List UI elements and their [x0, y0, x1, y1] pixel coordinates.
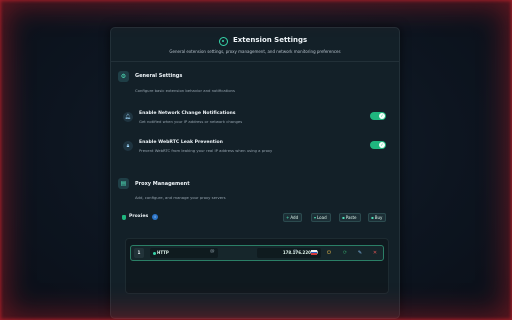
shield-icon: [122, 215, 126, 220]
type-dot-icon: [153, 251, 156, 255]
refresh-icon[interactable]: ⟳: [341, 249, 349, 257]
download-icon: ▾: [314, 215, 317, 220]
load-proxy-button[interactable]: ▾Load: [311, 213, 331, 222]
power-icon[interactable]: ⏻: [325, 249, 333, 257]
page-subtitle: General extension settings, proxy manage…: [169, 49, 341, 54]
proxy-management-title: Proxy Management: [135, 181, 190, 187]
general-settings-description: Configure basic extension behavior and n…: [135, 88, 235, 93]
proxies-label: Proxies: [129, 214, 149, 219]
flag-icon: [311, 250, 317, 255]
header-divider: [111, 61, 399, 62]
proxy-index: 1: [134, 248, 144, 258]
bell-icon: 🔔︎: [123, 112, 133, 122]
add-proxy-button[interactable]: +Add: [283, 213, 303, 222]
proxy-type-select[interactable]: HTTP: [150, 248, 218, 258]
close-icon[interactable]: ✕: [371, 249, 379, 257]
proxy-management-description: Add, configure, and manage your proxy se…: [135, 195, 226, 200]
cart-icon: ▪: [371, 215, 374, 220]
webrtc-leak-title: Enable WebRTC Leak Prevention: [139, 140, 223, 145]
paste-icon: ▪: [342, 215, 345, 220]
check-icon: ✓: [379, 113, 385, 119]
edit-icon[interactable]: ✎: [356, 249, 364, 257]
network-notifications-title: Enable Network Change Notifications: [139, 111, 236, 116]
plus-icon: +: [286, 215, 290, 220]
webrtc-leak-toggle[interactable]: ✓: [370, 141, 386, 149]
network-notifications-description: Get notified when your IP address or net…: [139, 119, 243, 124]
page-title: Extension Settings: [233, 36, 308, 44]
info-icon[interactable]: i: [152, 214, 158, 220]
lock-icon: 🔒︎: [123, 141, 133, 151]
panel-header: Extension Settings General extension set…: [111, 28, 399, 60]
server-icon: ▤: [118, 178, 129, 189]
buy-proxy-button[interactable]: ▪Buy: [368, 213, 387, 222]
proxy-row[interactable]: 1 HTTP @ 178.176.220.60 @ ⏻ ⟳ ✎ ✕: [130, 245, 384, 261]
paste-proxy-button[interactable]: ▪Paste: [339, 213, 361, 222]
general-settings-title: General Settings: [135, 73, 183, 79]
webrtc-leak-description: Prevent WebRTC from leaking your real IP…: [139, 148, 273, 153]
at-icon: @: [293, 249, 298, 254]
proxy-list: 1 HTTP @ 178.176.220.60 @ ⏻ ⟳ ✎ ✕: [125, 238, 389, 294]
at-icon: @: [210, 249, 215, 254]
check-icon: ✓: [379, 142, 385, 148]
gear-icon: ⚙: [118, 71, 129, 82]
network-notifications-toggle[interactable]: ✓: [370, 112, 386, 120]
settings-panel: Extension Settings General extension set…: [110, 27, 400, 319]
shield-logo-icon: [219, 37, 228, 46]
